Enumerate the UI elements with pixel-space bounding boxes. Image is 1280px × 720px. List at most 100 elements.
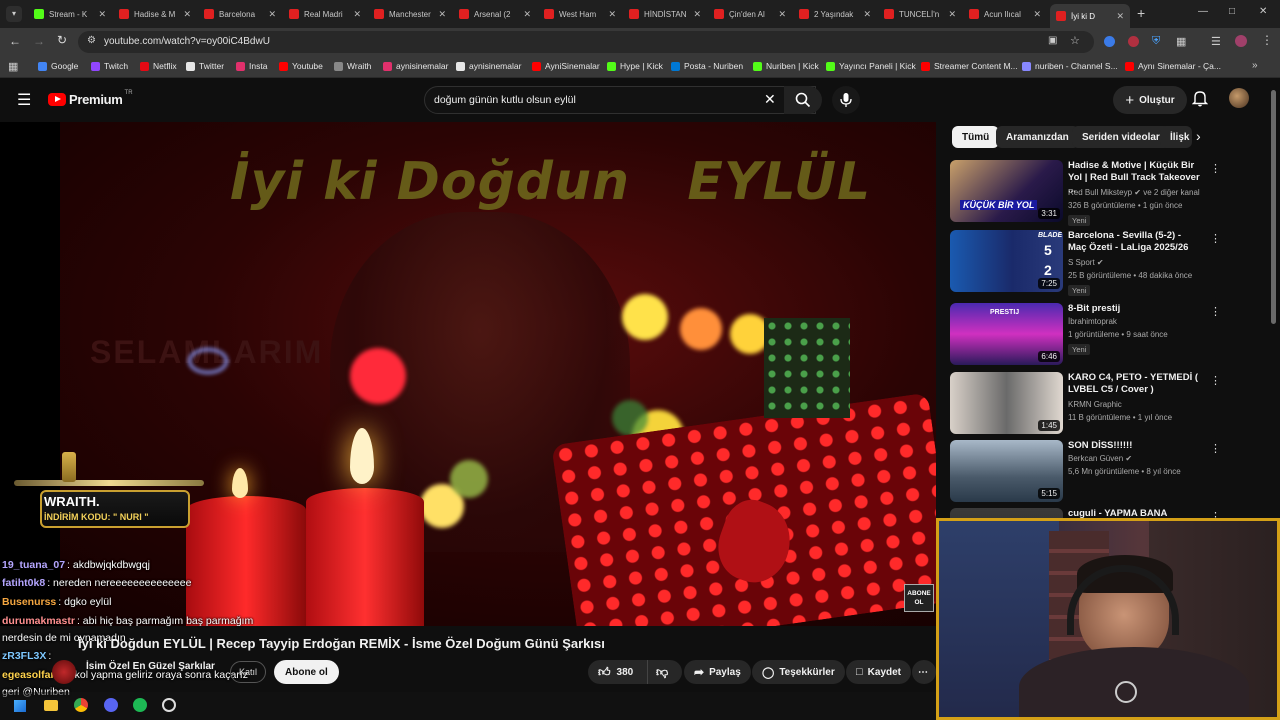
browser-tab[interactable]: Real Madri ✕ [283,4,367,24]
bookmark-star-icon[interactable]: ☆ [1070,34,1080,47]
recommended-video-title[interactable]: KARO C4, PETO - YETMEDİ ( LVBEL C5 / Cov… [1068,372,1202,396]
voice-search-button[interactable] [832,86,860,114]
bookmark-item[interactable]: aynisinemalar [456,61,521,71]
channel-name[interactable]: İbrahimtoprak [1068,317,1117,326]
file-explorer-icon[interactable] [44,700,58,711]
channel-name[interactable]: KRMN Graphic [1068,400,1122,409]
more-actions-button[interactable]: ⋯ [912,660,936,684]
thanks-button[interactable]: ◯ Teşekkürler [752,660,845,684]
shield-icon[interactable]: ⛨ [1152,35,1160,48]
bookmark-item[interactable]: Insta [236,61,267,71]
close-tab-icon[interactable]: ✕ [183,9,191,20]
bookmark-item[interactable]: aynisinemalar [383,61,448,71]
video-thumbnail[interactable]: 5:15 [950,440,1063,502]
browser-tab[interactable]: Arsenal (2 ✕ [453,4,537,24]
extension-icon-2[interactable] [1128,36,1139,47]
omnibox[interactable]: ⚙ youtube.com/watch?v=oy00iC4BdwU ▣ ☆ [78,31,1094,53]
discord-icon[interactable] [104,698,118,712]
bookmark-item[interactable]: Wraith [334,61,371,71]
maximize-icon[interactable]: □ [1229,6,1235,17]
bookmark-item[interactable]: Aynı Sinemalar - Ça... [1125,61,1221,71]
recommended-video-title[interactable]: 8-Bit prestij [1068,303,1202,315]
channel-name[interactable]: İsim Özel En Güzel Şarkılar [86,661,215,672]
like-button[interactable]: 👍︎ 380 [588,660,648,684]
extensions-puzzle-icon[interactable]: ▦ [1176,35,1186,48]
chat-username[interactable]: Busenurss [2,596,56,608]
close-tab-icon[interactable]: ✕ [438,9,446,20]
close-tab-icon[interactable]: ✕ [1116,11,1124,22]
bookmark-item[interactable]: Nuriben | Kick [753,61,819,71]
video-thumbnail[interactable]: KÜÇÜK BİR YOL 3:31 [950,160,1063,222]
chat-username[interactable]: egeasolfar [2,669,55,681]
notifications-bell-icon[interactable] [1191,89,1209,112]
hamburger-menu-icon[interactable]: ☰ [17,90,31,110]
account-avatar[interactable] [1229,88,1249,108]
browser-tab[interactable]: Stream - K ✕ [28,4,112,24]
extension-icon[interactable] [1104,36,1115,47]
reload-icon[interactable]: ↻ [57,33,67,47]
bookmark-item[interactable]: Twitter [186,61,224,71]
start-icon[interactable] [14,700,26,712]
back-icon[interactable]: ← [9,34,21,48]
chips-next-icon[interactable]: › [1196,128,1201,144]
site-info-icon[interactable]: ⚙ [87,35,96,46]
close-tab-icon[interactable]: ✕ [523,9,531,20]
filter-chip[interactable]: Seriden videolar [1072,126,1170,148]
video-menu-icon[interactable]: ⋮ [1210,232,1221,245]
video-thumbnail[interactable]: PRESTIJ 6:46 [950,303,1063,365]
close-window-icon[interactable]: ✕ [1259,6,1267,17]
video-menu-icon[interactable]: ⋮ [1210,305,1221,318]
forward-icon[interactable]: → [33,34,45,48]
chat-username[interactable]: fatiht0k8 [2,577,45,589]
close-tab-icon[interactable]: ✕ [1033,9,1041,20]
profile-icon[interactable] [1235,35,1247,47]
youtube-logo[interactable]: Premium TR [48,90,133,107]
chat-username[interactable]: zR3FL3X [2,650,46,662]
bookmark-item[interactable]: Netflix [140,61,177,71]
install-app-icon[interactable]: ▣ [1048,35,1057,46]
search-button[interactable] [784,86,822,114]
tab-search-button[interactable]: ▾ [6,6,22,22]
create-button[interactable]: + Oluştur [1113,86,1187,114]
browser-tab[interactable]: 2 Yaşındak ✕ [793,4,877,24]
bookmark-item[interactable]: Twitch [91,61,128,71]
browser-tab[interactable]: Barcelona ✕ [198,4,282,24]
close-tab-icon[interactable]: ✕ [268,9,276,20]
bookmark-item[interactable]: AyniSinemalar [532,61,600,71]
recommended-video[interactable]: PRESTIJ 6:46 8-Bit prestij İbrahimtoprak 1 g… [950,303,1270,367]
browser-tab[interactable]: Hadise & M ✕ [113,4,197,24]
browser-tab[interactable]: Acun Ilıcal ✕ [963,4,1047,24]
chrome-icon[interactable] [74,698,88,712]
chat-username[interactable]: durumakmastr [2,615,75,627]
video-menu-icon[interactable]: ⋮ [1210,374,1221,387]
channel-name[interactable]: Red Bull Miksteyp ✔ ve 2 diğer kanal [1068,188,1200,197]
clear-search-icon[interactable]: ✕ [764,91,776,108]
recommended-video[interactable]: 5:15 SON DİSS!!!!!! Berkcan Güven ✔ 5,6 Mn… [950,440,1270,504]
dislike-button[interactable]: 👎︎ [648,665,668,680]
video-menu-icon[interactable]: ⋮ [1210,162,1221,175]
close-tab-icon[interactable]: ✕ [693,9,701,20]
browser-tab[interactable]: TUNCELİ'n ✕ [878,4,962,24]
browser-tab[interactable]: Manchester ✕ [368,4,452,24]
browser-tab[interactable]: İyi ki D ✕ [1050,4,1130,28]
recommended-video[interactable]: KÜÇÜK BİR YOL 3:31 Hadise & Motive | Küçük… [950,160,1270,226]
browser-tab[interactable]: West Ham ✕ [538,4,622,24]
video-player[interactable]: SELAMLARIM İyi ki Doğdun EYLÜL WRAITH. İ… [0,122,936,626]
filter-chip[interactable]: Tümü [952,126,1000,148]
media-control-icon[interactable]: ☰ [1211,35,1221,48]
close-tab-icon[interactable]: ✕ [98,9,106,20]
share-button[interactable]: ➦ Paylaş [684,660,751,684]
new-tab-button[interactable]: + [1137,5,1145,21]
bookmark-item[interactable]: Streamer Content M... [921,61,1018,71]
video-menu-icon[interactable]: ⋮ [1210,442,1221,455]
filter-chip[interactable]: İlişk [1160,126,1192,148]
save-button[interactable]: □ Kaydet [846,660,912,684]
video-thumbnail[interactable]: BLADE 5 2 7:25 [950,230,1063,292]
filter-chip[interactable]: Aramanızdan [996,126,1079,148]
close-tab-icon[interactable]: ✕ [863,9,871,20]
bookmark-item[interactable]: nuriben - Channel S... [1022,61,1118,71]
close-tab-icon[interactable]: ✕ [778,9,786,20]
video-thumbnail[interactable]: 1:45 [950,372,1063,434]
close-tab-icon[interactable]: ✕ [353,9,361,20]
recommended-video[interactable]: 1:45 KARO C4, PETO - YETMEDİ ( LVBEL C5 /… [950,372,1270,436]
